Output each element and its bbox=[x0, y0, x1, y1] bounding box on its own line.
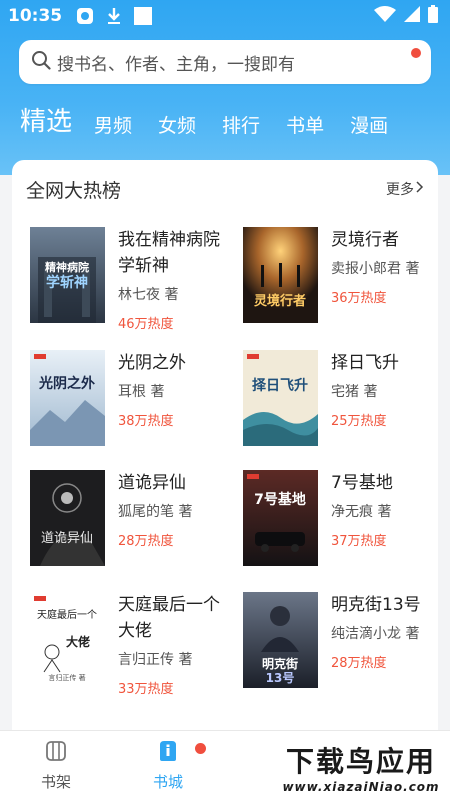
tab-male[interactable]: 男频 bbox=[94, 112, 132, 140]
tab-female[interactable]: 女频 bbox=[158, 112, 196, 140]
section-title: 全网大热榜 bbox=[26, 180, 122, 202]
book-cover: 灵境行者 bbox=[243, 227, 318, 323]
tab-comics[interactable]: 漫画 bbox=[350, 112, 388, 140]
app-notification-icon bbox=[76, 7, 94, 25]
book-title: 择日飞升 bbox=[331, 353, 399, 373]
nav-bookshelf[interactable]: 书架 bbox=[16, 739, 96, 792]
watermark: 下载鸟应用 www.xiazaiNiao.com bbox=[272, 736, 450, 798]
more-link[interactable]: 更多 bbox=[386, 179, 424, 199]
bookstore-icon bbox=[156, 741, 180, 767]
watermark-url: www.xiazaiNiao.com bbox=[282, 780, 440, 794]
book-title: 光阴之外 bbox=[118, 353, 186, 373]
book-title: 7号基地 bbox=[331, 473, 393, 493]
book-title: 灵境行者 bbox=[331, 230, 399, 250]
search-icon bbox=[31, 50, 51, 74]
tab-featured[interactable]: 精选 bbox=[20, 104, 72, 140]
book-item[interactable]: 7号基地 7号基地 净无痕 著 37万热度 bbox=[243, 470, 438, 570]
status-time: 10:35 bbox=[8, 6, 63, 26]
book-author: 狐尾的笔 著 bbox=[118, 504, 193, 520]
svg-text:择日飞升: 择日飞升 bbox=[252, 377, 308, 394]
book-author: 宅猪 著 bbox=[331, 384, 378, 400]
svg-text:7号基地: 7号基地 bbox=[254, 491, 306, 508]
nav-bookstore-label: 书城 bbox=[152, 773, 183, 791]
download-icon bbox=[106, 7, 122, 25]
book-cover: 天庭最后一个 大佬 言归正传 著 bbox=[30, 592, 105, 688]
svg-text:学斩神: 学斩神 bbox=[46, 274, 88, 291]
book-heat: 46万热度 bbox=[118, 317, 174, 332]
svg-text:明克街: 明克街 bbox=[262, 656, 298, 671]
square-notification-icon bbox=[134, 7, 153, 25]
book-item[interactable]: 灵境行者 灵境行者 卖报小郎君 著 36万热度 bbox=[243, 227, 438, 327]
watermark-main: 下载鸟应用 bbox=[285, 745, 436, 778]
battery-icon bbox=[428, 5, 438, 27]
book-author: 卖报小郎君 著 bbox=[331, 261, 420, 277]
book-title: 我在精神病院学斩神 bbox=[118, 230, 220, 276]
svg-text:光阴之外: 光阴之外 bbox=[38, 375, 95, 392]
book-cover: 7号基地 bbox=[243, 470, 318, 566]
book-cover: 明克街 13号 bbox=[243, 592, 318, 688]
book-title: 明克街13号 bbox=[331, 595, 421, 615]
tab-booklist[interactable]: 书单 bbox=[286, 112, 324, 140]
book-heat: 25万热度 bbox=[331, 414, 387, 429]
book-author: 净无痕 著 bbox=[331, 504, 392, 520]
book-heat: 28万热度 bbox=[118, 534, 174, 549]
book-heat: 38万热度 bbox=[118, 414, 174, 429]
tab-ranking[interactable]: 排行 bbox=[222, 112, 260, 140]
book-heat: 37万热度 bbox=[331, 534, 387, 549]
book-heat: 28万热度 bbox=[331, 656, 387, 671]
book-cover: 道诡异仙 bbox=[30, 470, 105, 566]
svg-text:言归正传 著: 言归正传 著 bbox=[48, 673, 85, 682]
svg-text:精神病院: 精神病院 bbox=[45, 260, 89, 274]
svg-text:灵境行者: 灵境行者 bbox=[254, 293, 306, 309]
svg-text:天庭最后一个: 天庭最后一个 bbox=[37, 608, 97, 621]
book-cover: 光阴之外 bbox=[30, 350, 105, 446]
category-tabs: 精选 男频 女频 排行 书单 漫画 bbox=[20, 100, 414, 140]
hot-list-card: 全网大热榜 更多 精神病院 学斩神 我在精神病院学斩神 林七夜 著 46万热度 bbox=[12, 160, 438, 730]
book-item[interactable]: 天庭最后一个 大佬 言归正传 著 天庭最后一个大佬 言归正传 著 33万热度 bbox=[30, 592, 230, 697]
svg-text:大佬: 大佬 bbox=[66, 634, 90, 649]
nav-notification-dot bbox=[195, 743, 206, 754]
book-item[interactable]: 光阴之外 光阴之外 耳根 著 38万热度 bbox=[30, 350, 230, 450]
wifi-icon bbox=[374, 6, 396, 26]
bookshelf-icon bbox=[44, 741, 68, 767]
book-cover: 择日飞升 bbox=[243, 350, 318, 446]
book-author: 林七夜 著 bbox=[118, 287, 179, 303]
book-author: 耳根 著 bbox=[118, 384, 165, 400]
status-bar: 10:35 bbox=[0, 0, 450, 32]
book-cover: 精神病院 学斩神 bbox=[30, 227, 105, 323]
book-heat: 36万热度 bbox=[331, 291, 387, 306]
search-notification-dot bbox=[411, 48, 421, 58]
book-item[interactable]: 精神病院 学斩神 我在精神病院学斩神 林七夜 著 46万热度 bbox=[30, 227, 230, 332]
more-label: 更多 bbox=[386, 182, 414, 198]
search-bar[interactable]: 搜书名、作者、主角，一搜即有 bbox=[19, 40, 431, 84]
search-placeholder: 搜书名、作者、主角，一搜即有 bbox=[57, 54, 295, 75]
book-author: 言归正传 著 bbox=[118, 652, 193, 668]
book-author: 纯洁滴小龙 著 bbox=[331, 626, 420, 642]
chevron-right-icon bbox=[416, 181, 424, 197]
book-item[interactable]: 择日飞升 择日飞升 宅猪 著 25万热度 bbox=[243, 350, 438, 450]
svg-text:13号: 13号 bbox=[266, 670, 295, 685]
svg-text:道诡异仙: 道诡异仙 bbox=[41, 531, 93, 546]
book-item[interactable]: 道诡异仙 道诡异仙 狐尾的笔 著 28万热度 bbox=[30, 470, 230, 570]
book-heat: 33万热度 bbox=[118, 682, 174, 697]
nav-bookshelf-label: 书架 bbox=[40, 773, 71, 791]
signal-icon bbox=[404, 6, 420, 26]
book-item[interactable]: 明克街 13号 明克街13号 纯洁滴小龙 著 28万热度 bbox=[243, 592, 438, 692]
book-title: 道诡异仙 bbox=[118, 473, 186, 493]
book-title: 天庭最后一个大佬 bbox=[118, 595, 220, 641]
